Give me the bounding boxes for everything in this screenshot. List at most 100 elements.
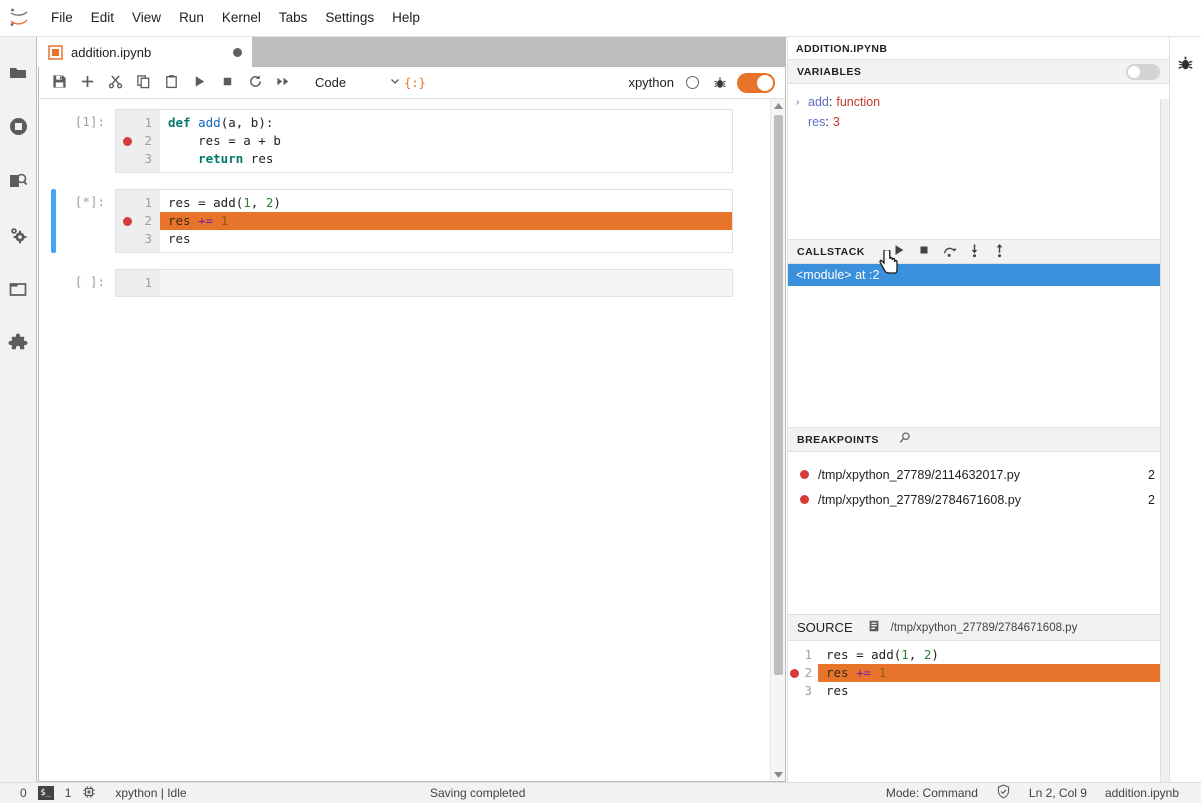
kernel-status-icon[interactable] [686, 76, 699, 89]
notebook-cell[interactable]: [1]: 1 2 3 def add(a, b): res = a + b re… [39, 109, 770, 173]
sidebar-item-property-inspector[interactable] [0, 209, 37, 263]
sidebar-item-debugger[interactable] [1170, 49, 1201, 81]
scroll-down-icon[interactable] [773, 767, 783, 781]
breakpoint-dot[interactable] [123, 217, 132, 226]
pin-breakpoints-button[interactable] [893, 429, 918, 451]
restart-run-all-button[interactable] [269, 70, 297, 96]
jupyterlab-window: File Edit View Run Kernel Tabs Settings … [0, 0, 1201, 803]
notebook-cell[interactable]: [ ]: 1 [39, 269, 770, 297]
breakpoint-row[interactable]: /tmp/xpython_27789/2114632017.py 2 [788, 462, 1169, 487]
cell-editor[interactable]: 1 [115, 269, 733, 297]
gutter-line[interactable]: 2 [116, 212, 160, 230]
continue-button[interactable] [887, 241, 912, 263]
menu-file[interactable]: File [42, 5, 82, 31]
active-cell-indicator [51, 189, 56, 253]
menu-kernel[interactable]: Kernel [213, 5, 270, 31]
run-button[interactable] [185, 70, 213, 96]
cell-gutter[interactable]: 1 [116, 270, 160, 296]
sidebar-item-command-palette[interactable] [0, 155, 37, 209]
cell-type-select[interactable]: Code [315, 75, 401, 90]
editor-mode: Mode: Command [885, 786, 978, 800]
menu-run[interactable]: Run [170, 5, 213, 31]
notebook-scrollbar[interactable] [770, 99, 785, 781]
status-right: Mode: Command Ln 2, Col 9 addition.ipynb [868, 784, 1201, 802]
breakpoint-dot[interactable] [790, 669, 799, 678]
breakpoints-header-label: BREAKPOINTS [797, 433, 879, 446]
notebook-icon [48, 44, 63, 60]
menu-settings[interactable]: Settings [316, 5, 383, 31]
line-number: 2 [804, 666, 812, 680]
menu-view[interactable]: View [123, 5, 170, 31]
cell-list: [1]: 1 2 3 def add(a, b): res = a + b re… [39, 99, 770, 781]
copy-button[interactable] [129, 70, 157, 96]
tab-dirty-indicator[interactable] [233, 47, 242, 57]
breakpoint-file: /tmp/xpython_27789/2114632017.py [818, 467, 1021, 482]
jupyter-logo-icon [0, 0, 38, 36]
open-in-editor-icon[interactable] [867, 619, 881, 636]
gutter-line[interactable]: 1 [116, 194, 160, 212]
breakpoint-dot-icon [800, 495, 809, 504]
gutter-line[interactable]: 2 [116, 132, 160, 150]
cell-code[interactable]: res = add(1, 2) res += 1 res [160, 190, 732, 252]
menu-edit[interactable]: Edit [82, 5, 123, 31]
gutter-line[interactable]: 1 [116, 114, 160, 132]
terminal-icon[interactable]: $_ [37, 786, 54, 800]
shield-check-icon[interactable] [996, 784, 1011, 802]
gutter-line[interactable]: 1 [116, 274, 160, 292]
code-line: res [168, 231, 191, 246]
gutter-line[interactable]: 3 [116, 150, 160, 168]
menu-help[interactable]: Help [383, 5, 429, 31]
source-line: res [826, 683, 849, 698]
sidebar-item-running[interactable] [0, 101, 37, 155]
status-filename: addition.ipynb [1104, 786, 1179, 800]
variable-row[interactable]: › add: function [788, 92, 1169, 112]
source-gutter-line: 2 [788, 664, 818, 682]
cpu-icon[interactable] [82, 785, 96, 802]
debugger-toggle[interactable] [737, 72, 775, 93]
save-button[interactable] [45, 70, 73, 96]
line-number: 3 [144, 151, 152, 166]
breakpoint-dot[interactable] [123, 137, 132, 146]
chevron-right-icon[interactable]: › [796, 97, 808, 108]
cell-gutter[interactable]: 1 2 3 [116, 110, 160, 172]
source-header-label: SOURCE [797, 620, 853, 635]
cell-editor[interactable]: 1 2 3 res = add(1, 2) res += 1 res [115, 189, 733, 253]
left-activity-bar [0, 37, 37, 803]
cell-editor[interactable]: 1 2 3 def add(a, b): res = a + b return … [115, 109, 733, 173]
terminal-count: 0 [20, 786, 27, 800]
interrupt-button[interactable] [213, 70, 241, 96]
variable-row[interactable]: res:3 [788, 112, 1169, 132]
notebook-tab-bar: addition.ipynb [38, 37, 786, 67]
cell-code[interactable]: def add(a, b): res = a + b return res [160, 110, 732, 172]
breakpoint-row[interactable]: /tmp/xpython_27789/2784671608.py 2 [788, 487, 1169, 512]
kernel-status-text[interactable]: xpython | Idle [115, 786, 186, 800]
paste-button[interactable] [157, 70, 185, 96]
line-number: 1 [144, 275, 152, 290]
scroll-up-icon[interactable] [773, 99, 783, 113]
scrollbar-thumb[interactable] [773, 115, 783, 675]
notebook-cell-active[interactable]: [*]: 1 2 3 res = add(1, 2) res += 1 res [39, 189, 770, 253]
sidebar-item-file-browser[interactable] [0, 47, 37, 101]
terminate-button[interactable] [912, 241, 937, 263]
restart-button[interactable] [241, 70, 269, 96]
step-in-button[interactable] [962, 241, 987, 263]
step-over-button[interactable] [937, 241, 962, 263]
sidebar-item-open-tabs[interactable] [0, 263, 37, 317]
variables-view-toggle[interactable] [1126, 63, 1160, 80]
insert-cell-button[interactable] [73, 70, 101, 96]
tab-addition-ipynb[interactable]: addition.ipynb [38, 37, 253, 67]
sidebar-item-extensions[interactable] [0, 317, 37, 371]
callstack-frame[interactable]: <module> at :2 [788, 264, 1169, 286]
window-icon [8, 279, 28, 302]
kernel-count: 1 [64, 786, 72, 800]
debugger-bug-icon[interactable] [713, 76, 727, 90]
status-left: 0 $_ 1 xpython | Idle [0, 785, 198, 802]
menu-tabs[interactable]: Tabs [270, 5, 317, 31]
step-out-button[interactable] [987, 241, 1012, 263]
gutter-line[interactable]: 3 [116, 230, 160, 248]
cell-code[interactable] [160, 270, 732, 296]
debugger-panel: ADDITION.IPYNB VARIABLES › add: function … [787, 37, 1170, 782]
cell-gutter[interactable]: 1 2 3 [116, 190, 160, 252]
variable-value: 3 [832, 115, 840, 129]
cut-button[interactable] [101, 70, 129, 96]
